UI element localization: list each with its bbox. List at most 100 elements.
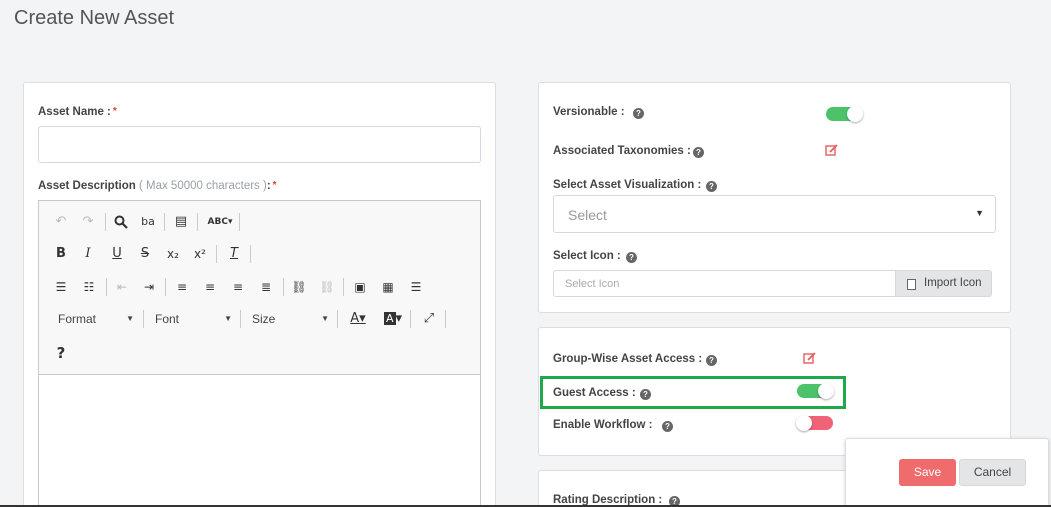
guest-access-toggle[interactable] bbox=[797, 383, 834, 399]
chevron-down-icon: ▼ bbox=[321, 314, 329, 323]
file-icon bbox=[907, 279, 916, 290]
workflow-label: Enable Workflow : bbox=[553, 419, 653, 431]
chevron-down-icon: ▼ bbox=[224, 314, 232, 323]
text-color-icon[interactable]: A▾ bbox=[345, 309, 371, 329]
editor-content-area[interactable] bbox=[39, 376, 480, 507]
asset-description-label: Asset Description ( Max 50000 characters… bbox=[38, 180, 277, 192]
toolbar-separator bbox=[105, 213, 106, 231]
toolbar-separator bbox=[343, 278, 344, 296]
bullet-list-icon[interactable]: ☷ bbox=[79, 277, 99, 297]
help-icon[interactable]: ? bbox=[51, 343, 71, 363]
align-justify-icon[interactable]: ≣ bbox=[256, 277, 276, 297]
chevron-down-icon: ▼ bbox=[126, 314, 134, 323]
unlink-icon[interactable]: ⛓ bbox=[317, 277, 337, 297]
subscript-icon[interactable]: x₂ bbox=[163, 244, 183, 264]
question-icon[interactable]: ? bbox=[640, 389, 651, 400]
question-icon[interactable]: ? bbox=[706, 355, 717, 366]
table-icon[interactable]: ▦ bbox=[378, 277, 398, 297]
import-icon-button[interactable]: Import Icon bbox=[895, 270, 992, 297]
toolbar-separator bbox=[445, 310, 446, 328]
horizontal-rule-icon[interactable]: ☰ bbox=[406, 277, 426, 297]
toggle-knob bbox=[847, 106, 863, 122]
toolbar-separator bbox=[164, 213, 165, 231]
import-icon-label: Import Icon bbox=[924, 277, 982, 289]
asset-description-label-text: Asset Description bbox=[38, 180, 136, 192]
edit-icon[interactable] bbox=[803, 351, 817, 365]
toolbar-separator bbox=[250, 245, 251, 263]
toolbar-separator bbox=[239, 213, 240, 231]
toolbar-separator bbox=[143, 310, 144, 328]
toolbar-separator bbox=[106, 278, 107, 296]
question-icon[interactable]: ? bbox=[633, 108, 644, 119]
question-icon[interactable]: ? bbox=[626, 252, 637, 263]
redo-icon[interactable]: ↷ bbox=[78, 212, 98, 232]
select-icon-placeholder: Select Icon bbox=[565, 278, 620, 290]
visualization-select-value: Select bbox=[568, 207, 607, 223]
guest-access-label: Guest Access : bbox=[553, 387, 636, 399]
underline-icon[interactable]: U bbox=[107, 244, 127, 264]
toggle-knob bbox=[818, 383, 834, 399]
select-icon-label: Select Icon : bbox=[553, 250, 621, 262]
format-dropdown-label: Format bbox=[58, 312, 97, 326]
remove-format-icon[interactable]: T bbox=[224, 244, 244, 264]
toggle-knob bbox=[796, 415, 812, 431]
label-colon: : bbox=[266, 180, 271, 192]
question-icon[interactable]: ? bbox=[693, 147, 704, 158]
visualization-select[interactable]: Select ▼ bbox=[553, 195, 996, 233]
save-button[interactable]: Save bbox=[899, 459, 956, 486]
toolbar-separator bbox=[240, 310, 241, 328]
caret-down-icon: ▼ bbox=[975, 208, 984, 218]
asset-name-input[interactable] bbox=[38, 126, 481, 163]
toolbar-separator bbox=[165, 278, 166, 296]
versionable-label: Versionable : bbox=[553, 106, 625, 118]
size-dropdown[interactable]: Size ▼ bbox=[252, 309, 329, 329]
align-right-icon[interactable]: ≡ bbox=[228, 277, 248, 297]
visualization-label: Select Asset Visualization : bbox=[553, 179, 702, 191]
workflow-toggle[interactable] bbox=[796, 415, 833, 431]
toolbar-separator bbox=[337, 310, 338, 328]
toolbar-separator bbox=[197, 213, 198, 231]
edit-icon[interactable] bbox=[825, 143, 839, 157]
find-icon[interactable] bbox=[111, 212, 131, 232]
maximize-icon[interactable]: ⤢ bbox=[419, 309, 439, 329]
toolbar-separator bbox=[216, 245, 217, 263]
taxonomies-label: Associated Taxonomies : bbox=[553, 145, 691, 157]
rich-text-editor: ↶ ↷ ba ▤ ABC▾ B I U S x₂ x² T ☰ ☷ ⇤ ⇥ ≡ … bbox=[38, 200, 481, 507]
page-title: Create New Asset bbox=[14, 7, 175, 29]
asset-description-hint: ( Max 50000 characters ) bbox=[138, 180, 267, 192]
bold-icon[interactable]: B bbox=[51, 244, 71, 264]
font-dropdown[interactable]: Font ▼ bbox=[155, 309, 232, 329]
superscript-icon[interactable]: x² bbox=[190, 244, 210, 264]
indent-icon[interactable]: ⇥ bbox=[139, 277, 159, 297]
editor-toolbar: ↶ ↷ ba ▤ ABC▾ B I U S x₂ x² T ☰ ☷ ⇤ ⇥ ≡ … bbox=[39, 201, 480, 375]
background-color-icon[interactable]: A ▾ bbox=[380, 309, 406, 329]
italic-icon[interactable]: I bbox=[78, 244, 98, 264]
toolbar-separator bbox=[283, 278, 284, 296]
spellcheck-icon[interactable]: ABC▾ bbox=[205, 212, 235, 232]
size-dropdown-label: Size bbox=[252, 312, 276, 326]
select-all-icon[interactable]: ▤ bbox=[171, 212, 191, 232]
align-center-icon[interactable]: ≡ bbox=[200, 277, 220, 297]
question-icon[interactable]: ? bbox=[662, 421, 673, 432]
versionable-toggle[interactable] bbox=[826, 106, 863, 122]
select-icon-input[interactable]: Select Icon bbox=[553, 270, 896, 297]
undo-icon[interactable]: ↶ bbox=[51, 212, 71, 232]
group-access-label: Group-Wise Asset Access : bbox=[553, 353, 703, 365]
strikethrough-icon[interactable]: S bbox=[135, 244, 155, 264]
outdent-icon[interactable]: ⇤ bbox=[112, 277, 132, 297]
font-dropdown-label: Font bbox=[155, 312, 180, 326]
format-dropdown[interactable]: Format ▼ bbox=[58, 309, 134, 329]
required-mark: * bbox=[112, 106, 117, 117]
link-icon[interactable]: ⛓ bbox=[289, 277, 309, 297]
numbered-list-icon[interactable]: ☰ bbox=[51, 277, 71, 297]
image-icon[interactable]: ▣ bbox=[350, 277, 370, 297]
replace-icon[interactable]: ba bbox=[138, 212, 158, 232]
asset-name-label: Asset Name : * bbox=[38, 106, 117, 118]
toolbar-separator bbox=[410, 310, 411, 328]
question-icon[interactable]: ? bbox=[706, 181, 717, 192]
cancel-button[interactable]: Cancel bbox=[959, 459, 1026, 486]
align-left-icon[interactable]: ≡ bbox=[172, 277, 192, 297]
action-panel: Save Cancel bbox=[845, 438, 1049, 507]
asset-name-label-text: Asset Name : bbox=[38, 106, 111, 118]
required-mark: * bbox=[272, 180, 277, 191]
